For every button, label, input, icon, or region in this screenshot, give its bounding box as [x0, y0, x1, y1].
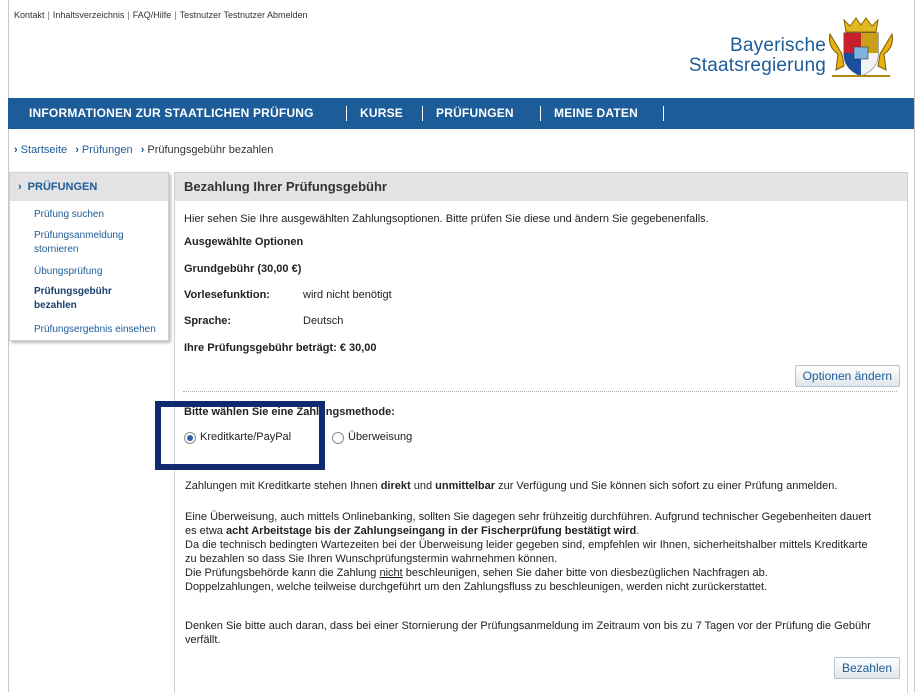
sidebar-item-stornieren[interactable]: Prüfungsanmeldung stornieren	[34, 229, 144, 257]
info-line: Eine Überweisung, auch mittels Onlineban…	[185, 511, 872, 523]
top-links: Kontakt | Inhaltsverzeichnis | FAQ/Hilfe | Tes…	[14, 10, 308, 20]
separator: |	[47, 10, 50, 20]
info-line: Da die technisch bedingten Wartezeiten b…	[185, 539, 868, 551]
logout-link[interactable]: Abmelden	[267, 10, 308, 20]
chevron-right-icon: ›	[140, 144, 145, 156]
nav-divider	[422, 106, 423, 121]
separator: |	[174, 10, 177, 20]
selected-options-heading: Ausgewählte Optionen	[184, 236, 304, 248]
info-text: und	[410, 480, 436, 492]
brand-logo-text[interactable]: Bayerische Staatsregierung	[689, 36, 826, 76]
info-line: Doppelzahlungen, welche teilweise durchg…	[185, 581, 768, 593]
nav-divider	[540, 106, 541, 121]
sidebar-item-ergebnis[interactable]: Prüfungsergebnis einsehen	[34, 323, 164, 337]
breadcrumb-home[interactable]: Startseite	[21, 144, 67, 156]
info-line: verfällt.	[185, 634, 221, 646]
sidebar-header[interactable]: › PRÜFUNGEN	[10, 173, 168, 201]
breadcrumb-current: Prüfungsgebühr bezahlen	[147, 144, 274, 156]
sidebar-header-label: PRÜFUNGEN	[27, 181, 98, 193]
info-emphasis: unmittelbar	[435, 480, 496, 492]
info-line: zu bezahlen so dass Sie Ihren Wunschprüf…	[185, 553, 558, 565]
inhaltsverzeichnis-link[interactable]: Inhaltsverzeichnis	[53, 10, 125, 20]
option-value-vorlesefunktion: wird nicht benötigt	[303, 289, 392, 301]
faq-link[interactable]: FAQ/Hilfe	[133, 10, 172, 20]
info-emphasis: direkt	[380, 480, 411, 492]
sidebar-item-uebungspruefung[interactable]: Übungsprüfung	[34, 265, 164, 279]
info-line: Die Prüfungsbehörde kann die Zahlung nic…	[185, 566, 897, 580]
pay-button[interactable]: Bezahlen	[833, 657, 900, 679]
change-options-button[interactable]: Optionen ändern	[794, 365, 900, 387]
breadcrumb-section[interactable]: Prüfungen	[82, 144, 133, 156]
info-underline: nicht	[379, 567, 403, 579]
panel-title: Bezahlung Ihrer Prüfungsgebühr	[175, 173, 907, 201]
option-label-vorlesefunktion: Vorlesefunktion:	[184, 289, 270, 301]
nav-item-meine-daten[interactable]: MEINE DATEN	[554, 98, 638, 129]
info-credit-card: Zahlungen mit Kreditkarte stehen Ihnen d…	[185, 479, 897, 493]
highlight-box	[155, 401, 325, 470]
info-text: es etwa	[185, 525, 226, 537]
nav-divider	[346, 106, 347, 121]
nav-item-kurse[interactable]: KURSE	[360, 98, 403, 129]
nav-divider	[663, 106, 664, 121]
total-fee: Ihre Prüfungsgebühr beträgt: € 30,00	[184, 342, 377, 354]
main-nav: INFORMATIONEN ZUR STAATLICHEN PRÜFUNG KU…	[8, 98, 914, 129]
chevron-right-icon: ›	[14, 144, 18, 156]
breadcrumb: › Startseite › Prüfungen › Prüfungsgebühr b…	[14, 144, 273, 156]
info-line: Denken Sie bitte auch daran, dass bei ei…	[185, 620, 871, 632]
coat-of-arms-icon	[829, 17, 893, 77]
nav-item-pruefungen[interactable]: PRÜFUNGEN	[436, 98, 514, 129]
radio-label-ueberweisung[interactable]: Überweisung	[348, 431, 412, 443]
separator: |	[127, 10, 130, 20]
chevron-right-icon: ›	[75, 144, 79, 156]
user-name: Testnutzer Testnutzer	[179, 10, 266, 20]
nav-item-informationen[interactable]: INFORMATIONEN ZUR STAATLICHEN PRÜFUNG	[29, 98, 314, 129]
info-emphasis: acht Arbeitstage bis der Zahlungseingang…	[225, 525, 637, 537]
brand-line-1: Bayerische	[730, 35, 826, 56]
option-label-sprache: Sprache:	[184, 315, 232, 327]
chevron-right-icon: ›	[18, 181, 22, 193]
brand-line-2: Staatsregierung	[688, 55, 826, 76]
sidebar-item-gebuehr-bezahlen[interactable]: Prüfungsgebühr bezahlen	[34, 285, 144, 313]
intro-text: Hier sehen Sie Ihre ausgewählten Zahlung…	[184, 213, 709, 225]
info-text: Die Prüfungsbehörde kann die Zahlung	[185, 567, 380, 579]
info-text: beschleunigen, sehen Sie daher bitte von…	[402, 567, 768, 579]
sidebar: › PRÜFUNGEN Prüfung suchen Prüfungsanmeld…	[9, 172, 169, 341]
info-text: Zahlungen mit Kreditkarte stehen Ihnen	[185, 480, 381, 492]
sidebar-item-pruefung-suchen[interactable]: Prüfung suchen	[34, 208, 164, 222]
info-transfer: Eine Überweisung, auch mittels Onlineban…	[185, 510, 897, 594]
info-cancellation: Denken Sie bitte auch daran, dass bei ei…	[185, 619, 897, 647]
info-line: es etwa acht Arbeitstage bis der Zahlung…	[185, 524, 897, 538]
info-text: zur Verfügung und Sie können sich sofort…	[495, 480, 838, 492]
option-value-sprache: Deutsch	[303, 315, 344, 327]
kontakt-link[interactable]: Kontakt	[14, 10, 45, 20]
info-text: .	[636, 525, 640, 537]
radio-ueberweisung[interactable]	[332, 432, 344, 444]
divider	[183, 391, 897, 392]
base-fee: Grundgebühr (30,00 €)	[184, 263, 302, 275]
